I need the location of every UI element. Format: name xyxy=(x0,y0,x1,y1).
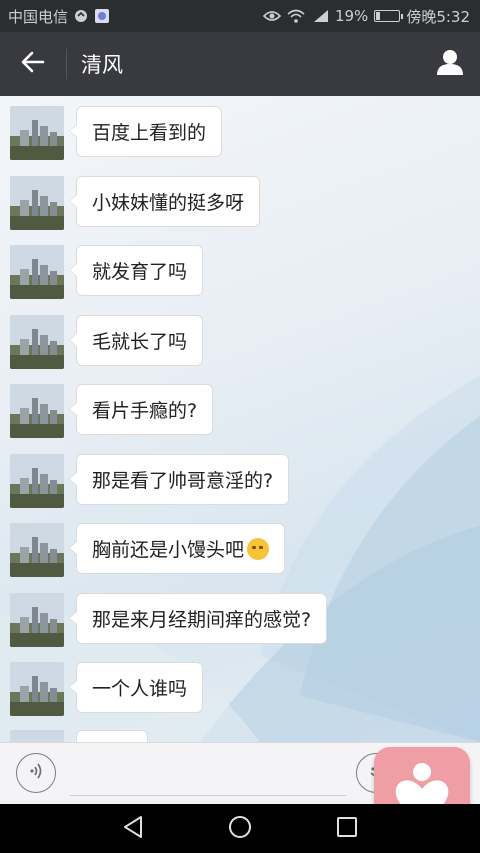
message-text: 胸前还是小馒头吧 xyxy=(92,539,245,561)
message-bubble[interactable]: 胸前还是小馒头吧 xyxy=(68,523,286,574)
contact-avatar[interactable] xyxy=(10,106,64,160)
message-text: 那是来月经期间痒的感觉? xyxy=(92,609,312,631)
contact-avatar[interactable] xyxy=(10,662,64,716)
eye-comfort-icon xyxy=(262,10,281,22)
message-text: 一个人谁吗 xyxy=(92,678,188,700)
avatar-cityscape-image xyxy=(10,384,64,438)
message-text: 小妹妹懂的挺多呀 xyxy=(92,192,245,214)
message-bubble[interactable]: 毛就长了吗 xyxy=(68,315,204,366)
chat-header: 清风 xyxy=(0,32,480,96)
battery-percent: 19% xyxy=(334,7,369,25)
message-row: 百度上看到的 xyxy=(10,106,223,160)
avatar-cityscape-image xyxy=(10,106,64,160)
sync-icon xyxy=(74,9,88,23)
message-text: 看片手瘾的? xyxy=(92,400,198,422)
message-text: 毛就长了吗 xyxy=(92,331,188,353)
signal-icon xyxy=(311,9,329,23)
contact-avatar[interactable] xyxy=(10,523,64,577)
message-row: 胸前还是小馒头吧 xyxy=(10,523,286,577)
battery-icon xyxy=(374,10,404,22)
message-row-partial xyxy=(10,730,148,742)
message-bubble[interactable]: 那是来月经期间痒的感觉? xyxy=(68,593,328,644)
person-icon xyxy=(436,49,464,79)
nav-home-button[interactable] xyxy=(227,816,253,842)
chat-title: 清风 xyxy=(81,53,123,77)
message-text: 那是看了帅哥意淫的? xyxy=(92,470,274,492)
circle-home-icon xyxy=(228,815,252,843)
voice-icon xyxy=(26,761,46,785)
message-bubble[interactable]: 就发育了吗 xyxy=(68,245,204,296)
app-notification-icon xyxy=(94,8,110,24)
message-text: 百度上看到的 xyxy=(92,122,207,144)
wifi-icon xyxy=(287,9,305,23)
status-left: 中国电信 xyxy=(8,6,110,27)
nav-recents-button[interactable] xyxy=(334,816,360,842)
contact-avatar[interactable] xyxy=(10,315,64,369)
voice-input-button[interactable] xyxy=(16,753,56,793)
contact-avatar[interactable] xyxy=(10,384,64,438)
avatar-cityscape-image xyxy=(10,176,64,230)
message-row: 一个人谁吗 xyxy=(10,662,204,716)
message-input[interactable] xyxy=(70,753,346,796)
message-bubble[interactable]: 看片手瘾的? xyxy=(68,384,214,435)
message-row: 看片手瘾的? xyxy=(10,384,214,438)
contact-avatar[interactable] xyxy=(10,730,64,742)
message-row: 那是来月经期间痒的感觉? xyxy=(10,593,328,647)
chat-info-button[interactable] xyxy=(420,32,480,96)
square-recents-icon xyxy=(336,816,358,842)
message-list[interactable]: 百度上看到的小妹妹懂的挺多呀 就发育了吗毛就长了吗看片手瘾的? 那是看了帅哥意淫的?… xyxy=(0,96,480,742)
message-bubble[interactable]: 那是看了帅哥意淫的? xyxy=(68,454,290,505)
header-divider xyxy=(66,49,67,79)
message-row: 小妹妹懂的挺多呀 xyxy=(10,176,261,230)
avatar-cityscape-image xyxy=(10,523,64,577)
avatar-cityscape-image xyxy=(10,315,64,369)
status-right: 19% 傍晚5:32 xyxy=(262,6,470,27)
message-bubble[interactable]: 小妹妹懂的挺多呀 xyxy=(68,176,261,227)
contact-avatar[interactable] xyxy=(10,593,64,647)
avatar-cityscape-image xyxy=(10,245,64,299)
avatar-cityscape-image xyxy=(10,454,64,508)
back-arrow-icon xyxy=(21,51,45,77)
thinking-face-icon xyxy=(247,537,270,560)
contact-avatar[interactable] xyxy=(10,454,64,508)
message-row: 就发育了吗 xyxy=(10,245,204,299)
nav-back-button[interactable] xyxy=(120,816,146,842)
message-row: 那是看了帅哥意淫的? xyxy=(10,454,290,508)
contact-avatar[interactable] xyxy=(10,245,64,299)
system-nav-bar xyxy=(0,804,480,853)
battery-fill xyxy=(376,12,381,20)
contact-avatar[interactable] xyxy=(10,176,64,230)
message-bubble[interactable]: 一个人谁吗 xyxy=(68,662,204,713)
message-row: 毛就长了吗 xyxy=(10,315,204,369)
message-bubble[interactable]: 百度上看到的 xyxy=(68,106,223,157)
message-bubble-partial[interactable] xyxy=(76,730,148,742)
avatar-cityscape-image xyxy=(10,593,64,647)
clock: 傍晚5:32 xyxy=(406,7,470,26)
avatar-cityscape-image xyxy=(10,662,64,716)
message-text: 就发育了吗 xyxy=(92,261,188,283)
back-button[interactable] xyxy=(0,32,66,96)
triangle-back-icon xyxy=(122,815,144,843)
status-bar: 中国电信 19% 傍晚5:32 xyxy=(0,0,480,32)
carrier-label: 中国电信 xyxy=(8,7,69,26)
